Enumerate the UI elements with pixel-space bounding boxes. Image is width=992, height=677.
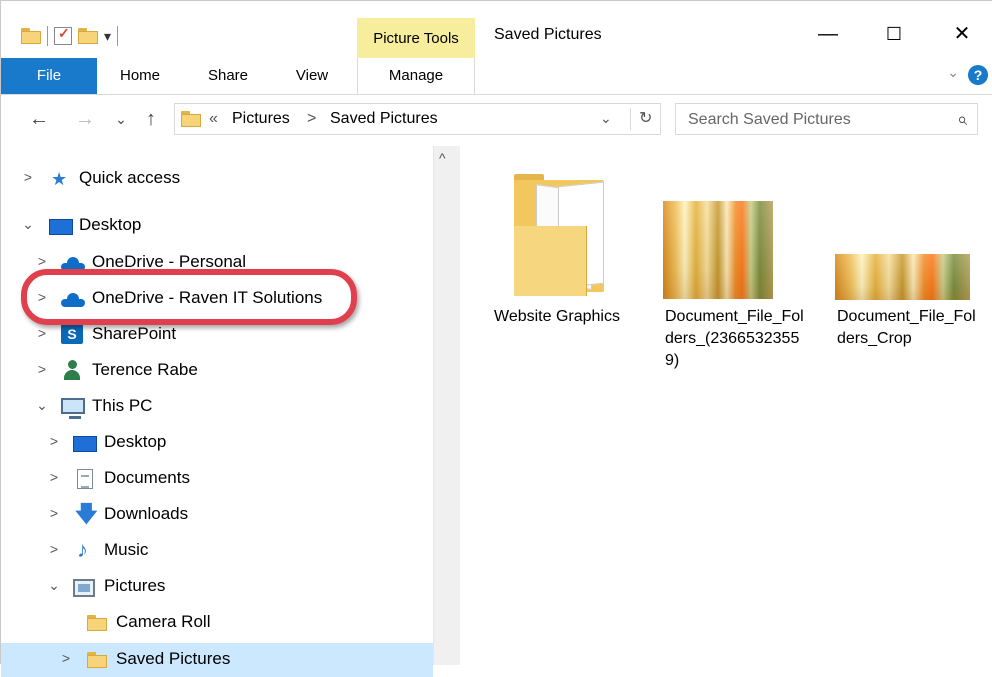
folder-icon	[87, 615, 107, 631]
scroll-up-icon[interactable]: ^	[439, 150, 446, 166]
tab-file[interactable]: File	[1, 58, 97, 94]
tree-item-label: This PC	[92, 396, 153, 415]
downloads-icon: 🡇	[75, 501, 98, 526]
tree-item-music[interactable]: > ♪ Music	[1, 534, 433, 568]
sharepoint-icon: S	[61, 324, 83, 344]
folder-large-icon	[514, 174, 608, 298]
search-placeholder[interactable]: Search Saved Pictures	[688, 111, 851, 129]
help-icon[interactable]: ?	[968, 65, 988, 85]
chevron-right-icon[interactable]: >	[35, 253, 49, 269]
back-button[interactable]: ←	[27, 107, 51, 131]
properties-icon[interactable]: ✓	[54, 25, 72, 45]
ribbon-tabs: File Home Share View Manage ⌄ ?	[1, 58, 992, 95]
tab-view[interactable]: View	[287, 58, 337, 94]
tab-manage[interactable]: Manage	[357, 58, 475, 94]
tab-share[interactable]: Share	[201, 58, 255, 94]
pictures-icon	[73, 579, 95, 597]
tree-item-label: Documents	[104, 468, 190, 487]
highlight-annotation	[21, 269, 357, 325]
tree-item-user[interactable]: > Terence Rabe	[1, 354, 433, 388]
chevron-right-icon[interactable]: >	[35, 325, 49, 341]
chevron-right-icon[interactable]: >	[21, 169, 35, 185]
nav-pane-scrollbar[interactable]: ^	[433, 146, 460, 665]
file-item-image[interactable]: Document_File_Folders_(23665323559)	[663, 146, 813, 386]
folder-icon	[181, 111, 201, 127]
tree-item-documents[interactable]: > Documents	[1, 462, 433, 496]
file-item-image[interactable]: Document_File_Folders_Crop	[835, 146, 985, 386]
customize-qat-icon[interactable]: ▾	[104, 28, 111, 45]
image-thumbnail	[835, 254, 970, 300]
chevron-right-icon[interactable]: >	[47, 469, 61, 485]
chevron-down-icon[interactable]: ⌄	[47, 577, 61, 594]
tree-item-pictures[interactable]: ⌄ Pictures	[1, 570, 433, 604]
tree-item-label: Terence Rabe	[92, 360, 198, 379]
address-dropdown-icon[interactable]: ⌄	[600, 110, 612, 127]
quick-access-toolbar: ✓ ▾	[21, 23, 119, 49]
chevron-right-icon[interactable]: >	[47, 505, 61, 521]
refresh-icon[interactable]: ↻	[630, 108, 652, 130]
chevron-down-icon[interactable]: ⌄	[35, 397, 49, 414]
tree-item-label: Music	[104, 540, 149, 559]
tree-item-label: Quick access	[79, 168, 181, 187]
tree-item-saved-pictures[interactable]: > Saved Pictures	[1, 643, 433, 677]
navigation-pane: > ★ Quick access ⌄ Desktop > OneDrive - …	[1, 146, 433, 677]
image-thumbnail	[663, 201, 773, 299]
tree-item-desktop[interactable]: ⌄ Desktop	[1, 209, 433, 243]
tree-item-label: Desktop	[104, 432, 167, 451]
tree-item-quick-access[interactable]: > ★ Quick access	[1, 162, 433, 196]
search-box[interactable]: Search Saved Pictures ⌕	[675, 103, 978, 135]
expand-ribbon-icon[interactable]: ⌄	[947, 64, 959, 81]
tree-item-label: SharePoint	[92, 324, 177, 343]
user-icon	[63, 360, 81, 380]
tree-item-label: Camera Roll	[116, 612, 211, 631]
breadcrumb-saved-pictures[interactable]: Saved Pictures	[330, 110, 438, 128]
file-name: Website Graphics	[494, 308, 620, 325]
chevron-right-icon[interactable]: >	[35, 361, 49, 377]
toolbar-separator	[117, 26, 119, 46]
address-bar[interactable]: « Pictures > Saved Pictures ⌄ ↻	[174, 103, 661, 135]
music-icon: ♪	[77, 537, 88, 562]
file-list: Website Graphics Document_File_Folders_(…	[460, 146, 992, 665]
file-name: Document_File_Folders_(23665323559)	[665, 308, 804, 369]
explorer-window: ✓ ▾ Picture Tools Saved Pictures — ☐ ✕ F…	[0, 0, 992, 677]
navigation-bar: ← → ⌄ ↑ « Pictures > Saved Pictures ⌄ ↻ …	[1, 95, 992, 145]
tree-item-label: Desktop	[79, 215, 142, 234]
close-button[interactable]: ✕	[939, 19, 985, 49]
tree-item-downloads[interactable]: > 🡇 Downloads	[1, 498, 433, 532]
desktop-icon	[73, 436, 97, 452]
tree-item-label: Pictures	[104, 576, 166, 595]
folder-icon	[87, 652, 107, 668]
overflow-crumb[interactable]: «	[209, 110, 218, 128]
file-name: Document_File_Folders_Crop	[837, 308, 976, 347]
window-title: Saved Pictures	[494, 26, 602, 43]
forward-button[interactable]: →	[73, 107, 97, 131]
star-icon: ★	[51, 169, 68, 189]
picture-tools-context: Picture Tools	[357, 18, 475, 58]
chevron-right-icon[interactable]: >	[47, 541, 61, 557]
title-bar: ✓ ▾ Picture Tools Saved Pictures — ☐ ✕	[1, 1, 992, 58]
file-item-folder[interactable]: Website Graphics	[492, 146, 642, 386]
tree-item-label: Downloads	[104, 504, 189, 523]
tree-item-label: Saved Pictures	[116, 649, 231, 668]
tree-item-this-pc[interactable]: ⌄ This PC	[1, 390, 433, 424]
tree-item-pc-desktop[interactable]: > Desktop	[1, 426, 433, 460]
recent-locations-button[interactable]: ⌄	[109, 107, 133, 131]
desktop-icon	[49, 219, 73, 235]
tree-item-camera-roll[interactable]: Camera Roll	[1, 606, 433, 640]
maximize-button[interactable]: ☐	[871, 19, 917, 49]
breadcrumb-pictures[interactable]: Pictures	[232, 110, 290, 128]
search-icon[interactable]: ⌕	[957, 109, 967, 130]
breadcrumb-separator[interactable]: >	[307, 110, 316, 128]
chevron-down-icon[interactable]: ⌄	[21, 216, 35, 233]
toolbar-separator	[47, 26, 48, 46]
minimize-button[interactable]: —	[805, 19, 851, 49]
documents-icon	[77, 469, 93, 489]
folder-icon[interactable]	[21, 28, 41, 44]
pc-icon	[61, 398, 85, 419]
picture-tools-label: Picture Tools	[373, 30, 459, 47]
new-folder-icon[interactable]	[78, 28, 98, 44]
chevron-right-icon[interactable]: >	[47, 433, 61, 449]
tab-home[interactable]: Home	[113, 58, 167, 94]
up-button[interactable]: ↑	[139, 107, 163, 131]
